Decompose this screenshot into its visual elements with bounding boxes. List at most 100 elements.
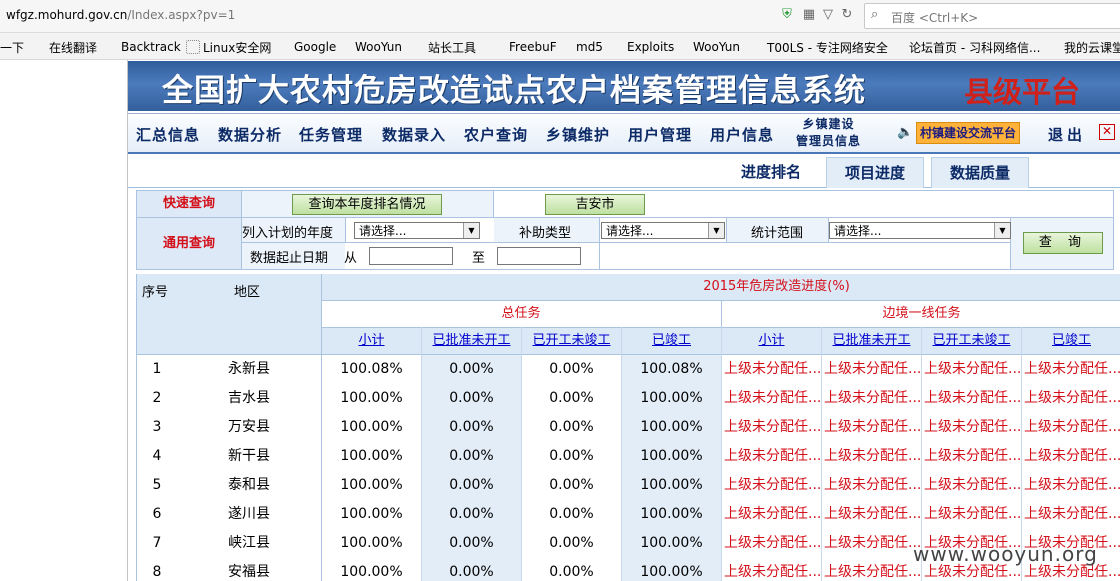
search-button[interactable]: 查 询 xyxy=(1023,232,1103,254)
search-icon: ⌕ xyxy=(871,7,879,22)
row-value: 0.00% xyxy=(549,506,594,522)
nav-data-analysis[interactable]: 数据分析 xyxy=(218,124,282,145)
row-unassigned: 上级未分配任... xyxy=(724,564,822,580)
divider xyxy=(242,242,1011,243)
logout-link[interactable]: 退出 xyxy=(1048,124,1086,145)
nav-summary-info[interactable]: 汇总信息 xyxy=(136,124,200,145)
main-nav: 汇总信息 数据分析 任务管理 数据录入 农户查询 乡镇维护 用户管理 用户信息 … xyxy=(128,113,1120,154)
sub-header-link[interactable]: 已竣工 xyxy=(1052,333,1091,348)
row-region: 安福县 xyxy=(228,564,270,580)
row-value: 100.00% xyxy=(622,558,721,581)
tab-progress-ranking[interactable]: 进度排名 xyxy=(726,157,816,187)
nav-township-admin-info[interactable]: 乡镇建设 管理员信息 xyxy=(796,116,861,150)
nav-farmer-query[interactable]: 农户查询 xyxy=(464,124,528,145)
close-icon[interactable]: ✕ xyxy=(1099,124,1115,140)
sub-header-link[interactable]: 已批准未开工 xyxy=(832,333,910,348)
row-unassigned: 上级未分配任... xyxy=(824,535,922,551)
row-unassigned: 上级未分配任... xyxy=(724,477,822,493)
bookmark-item[interactable]: 站长工具 xyxy=(411,39,476,56)
search-input[interactable]: ⌕ 百度 <Ctrl+K> xyxy=(864,3,1120,29)
row-unassigned: 上级未分配任... xyxy=(824,361,922,377)
dropdown-arrow-icon[interactable]: ▽ xyxy=(820,7,836,23)
row-unassigned: 上级未分配任... xyxy=(824,448,922,464)
reload-icon[interactable]: ↻ xyxy=(839,7,855,23)
bookmark-item[interactable]: WooYun xyxy=(676,39,740,54)
row-value: 100.00% xyxy=(340,390,403,406)
nav-user-info[interactable]: 用户信息 xyxy=(710,124,774,145)
bookmark-item[interactable]: T00LS - 专注网络安全 xyxy=(750,39,888,56)
bookmark-item[interactable]: 论坛首页 - 习科网络信... xyxy=(892,39,1040,56)
sub-header-link[interactable]: 小计 xyxy=(758,333,784,348)
row-region: 遂川县 xyxy=(228,506,270,522)
address-bar[interactable]: wfgz.mohurd.gov.cn/Index.aspx?pv=1 xyxy=(6,8,235,22)
sub-header-cell[interactable]: 已开工未竣工 xyxy=(922,328,1021,354)
row-value: 100.00% xyxy=(340,477,403,493)
sub-header-cell[interactable]: 已竣工 xyxy=(1022,328,1120,354)
tab-data-quality[interactable]: 数据质量 xyxy=(931,157,1029,188)
subsidy-select-value: 请选择... xyxy=(606,224,654,238)
qr-code-icon[interactable]: ▦ xyxy=(801,7,817,23)
sub-header-link[interactable]: 已开工未竣工 xyxy=(532,333,610,348)
scope-select-value: 请选择... xyxy=(834,224,882,238)
row-region: 永新县 xyxy=(228,361,270,377)
divider xyxy=(821,327,822,581)
tab-project-progress[interactable]: 项目进度 xyxy=(826,157,924,188)
row-value: 0.00% xyxy=(422,413,521,442)
bookmark-item[interactable]: FreebuF xyxy=(492,39,557,54)
row-value: 0.00% xyxy=(549,564,594,580)
nav-task-management[interactable]: 任务管理 xyxy=(299,124,363,145)
city-button[interactable]: 吉安市 xyxy=(545,194,645,215)
table-row: 4 新干县 100.00% 0.00% 0.00% 100.00% 上级未分配任... 上级未… xyxy=(137,442,1120,471)
bookmark-item[interactable]: WooYun xyxy=(338,39,402,54)
row-region: 新干县 xyxy=(228,448,270,464)
row-unassigned: 上级未分配任... xyxy=(924,477,1022,493)
sub-header-cell[interactable]: 已批准未开工 xyxy=(822,328,921,354)
date-to-input[interactable] xyxy=(497,247,581,265)
bookmark-item[interactable]: 我的云课堂 xyxy=(1047,39,1120,56)
row-value: 0.00% xyxy=(549,361,594,377)
group-border-tasks: 边境一线任务 xyxy=(722,301,1120,327)
quick-ranking-button[interactable]: 查询本年度排名情况 xyxy=(292,194,442,215)
url-host: wfgz.mohurd.gov.cn xyxy=(6,8,128,22)
row-unassigned: 上级未分配任... xyxy=(1024,361,1120,377)
bookmark-item[interactable]: Exploits xyxy=(610,39,674,54)
sub-header-link[interactable]: 已开工未竣工 xyxy=(932,333,1010,348)
sub-header-cell[interactable]: 已批准未开工 xyxy=(422,328,521,354)
report-tabs: 进度排名 项目进度 数据质量 xyxy=(128,153,1120,188)
divider xyxy=(137,217,1113,218)
row-value: 0.00% xyxy=(422,471,521,500)
bookmark-item[interactable]: Google xyxy=(277,39,336,54)
sub-header-link[interactable]: 小计 xyxy=(358,333,384,348)
subsidy-select[interactable]: 请选择... ▼ xyxy=(601,222,725,239)
exchange-platform-link[interactable]: 村镇建设交流平台 xyxy=(916,122,1021,144)
row-unassigned: 上级未分配任... xyxy=(1024,390,1120,406)
sub-header-cell[interactable]: 小计 xyxy=(322,328,421,354)
row-value: 0.00% xyxy=(549,448,594,464)
bookmark-item[interactable]: 一下 xyxy=(0,39,24,56)
sub-header-cell[interactable]: 已竣工 xyxy=(622,328,721,354)
sub-header-link[interactable]: 已批准未开工 xyxy=(432,333,510,348)
bookmark-label: T00LS - 专注网络安全 xyxy=(767,41,888,55)
nav-township-maintenance[interactable]: 乡镇维护 xyxy=(546,124,610,145)
browser-toolbar: wfgz.mohurd.gov.cn/Index.aspx?pv=1 ⛨ ▦ ▽… xyxy=(0,0,1120,33)
search-placeholder: 百度 <Ctrl+K> xyxy=(891,11,979,25)
nav-data-entry[interactable]: 数据录入 xyxy=(382,124,446,145)
sub-header-cell[interactable]: 已开工未竣工 xyxy=(522,328,621,354)
shield-icon[interactable]: ⛨ xyxy=(779,7,795,23)
bookmark-item[interactable]: 在线翻译 xyxy=(32,39,97,56)
year-label: 列入计划的年度 xyxy=(242,226,334,241)
scope-select[interactable]: 请选择... ▼ xyxy=(829,222,1011,239)
bookmark-item[interactable]: md5 xyxy=(559,39,603,54)
date-from-input[interactable] xyxy=(369,247,453,265)
row-value: 0.00% xyxy=(549,390,594,406)
row-value: 100.00% xyxy=(622,413,721,442)
left-blank-panel xyxy=(0,60,128,581)
sub-header-link[interactable]: 已竣工 xyxy=(652,333,691,348)
year-select[interactable]: 请选择... ▼ xyxy=(354,222,480,239)
bookmark-item[interactable]: Backtrack xyxy=(104,39,181,54)
system-title: 全国扩大农村危房改造试点农户档案管理信息系统 xyxy=(162,73,866,109)
sub-header-cell[interactable]: 小计 xyxy=(722,328,821,354)
nav-user-management[interactable]: 用户管理 xyxy=(628,124,692,145)
bookmark-item[interactable]: Linux安全网 xyxy=(186,39,271,56)
row-region: 峡江县 xyxy=(228,535,270,551)
